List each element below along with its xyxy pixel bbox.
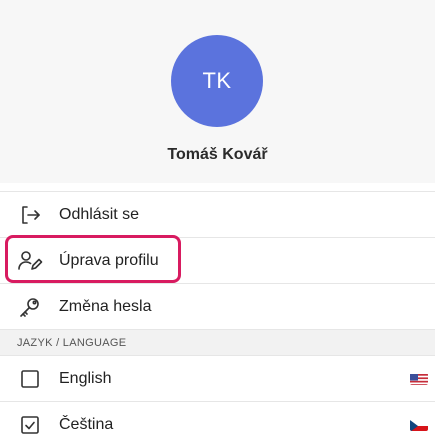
cz-flag-icon <box>410 419 428 431</box>
change-password-item[interactable]: Změna hesla <box>0 283 435 329</box>
us-flag-icon <box>410 373 428 385</box>
logout-item[interactable]: Odhlásit se <box>0 191 435 237</box>
key-icon <box>17 294 43 320</box>
user-name: Tomáš Kovář <box>167 146 268 163</box>
checkbox-checked-icon[interactable] <box>17 412 43 438</box>
language-section-header: JAZYK / LANGUAGE <box>0 329 435 355</box>
avatar-initials: TK <box>202 68 232 93</box>
edit-profile-label: Úprava profilu <box>59 251 159 269</box>
logout-icon <box>17 202 43 228</box>
user-edit-icon <box>17 248 43 274</box>
language-option-english[interactable]: English <box>0 355 435 401</box>
avatar: TK <box>171 35 263 127</box>
logout-label: Odhlásit se <box>59 205 140 223</box>
user-menu-panel: TK Tomáš Kovář Odhlásit se Úprava profil… <box>0 0 435 442</box>
change-password-label: Změna hesla <box>59 297 152 315</box>
language-label-english: English <box>59 369 112 387</box>
checkbox-unchecked-icon[interactable] <box>17 366 43 392</box>
profile-header: TK Tomáš Kovář <box>0 0 435 183</box>
language-option-czech[interactable]: Čeština <box>0 401 435 442</box>
language-label-czech: Čeština <box>59 415 114 433</box>
language-section-title: JAZYK / LANGUAGE <box>17 336 127 349</box>
edit-profile-item[interactable]: Úprava profilu <box>0 237 435 283</box>
